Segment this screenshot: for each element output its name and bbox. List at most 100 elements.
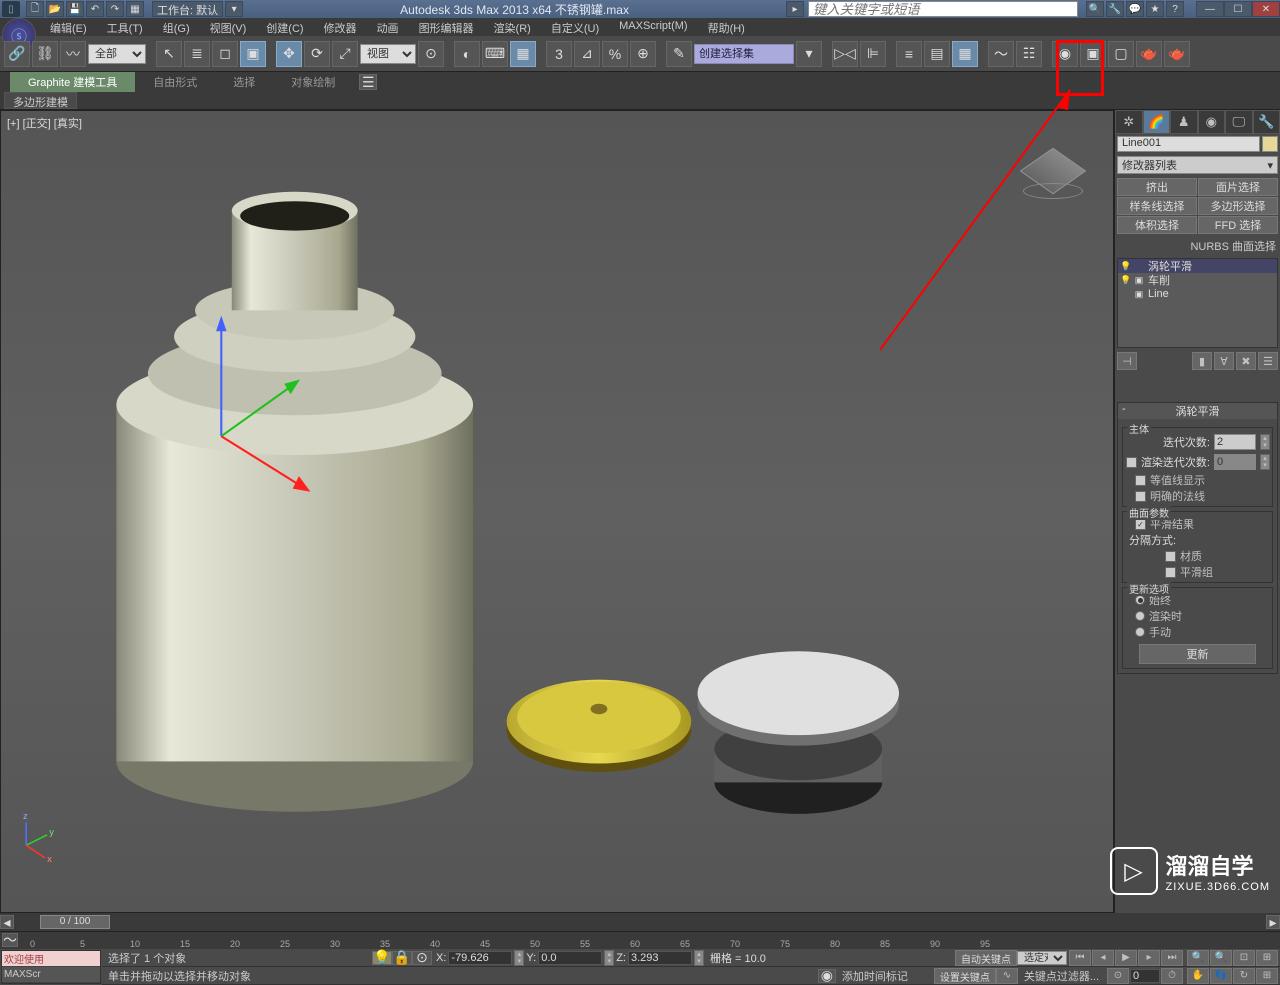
select-move-icon[interactable]: ✥ [276, 41, 302, 67]
undo-icon[interactable]: ↶ [86, 1, 104, 17]
orbit-icon[interactable]: ↻ [1233, 968, 1255, 984]
bind-spacewarp-icon[interactable]: 〰 [60, 41, 86, 67]
add-time-tag-label[interactable]: 添加时间标记 [836, 968, 914, 984]
ribbon-poly-modeling[interactable]: 多边形建模 [4, 92, 77, 109]
spinner-buttons[interactable]: ▴▾ [604, 950, 614, 966]
menu-views[interactable]: 视图(V) [200, 18, 257, 36]
max-viewport-icon[interactable]: ⊞ [1256, 968, 1278, 984]
sel-btn-poly[interactable]: 多边形选择 [1198, 197, 1278, 215]
named-selection-field[interactable]: 创建选择集 [694, 44, 794, 64]
rendered-frame-icon[interactable]: ▢ [1108, 41, 1134, 67]
named-sel-dropdown-icon[interactable]: ▾ [796, 41, 822, 67]
modifier-stack[interactable]: 💡 涡轮平滑 💡 ▣ 车削 ▣ Line [1117, 258, 1278, 348]
graphite-toggle-icon[interactable]: ▦ [952, 41, 978, 67]
explicit-normals-checkbox[interactable] [1135, 491, 1146, 502]
expand-icon[interactable]: ▣ [1134, 275, 1144, 286]
goto-start-icon[interactable]: ⏮ [1069, 950, 1091, 966]
make-unique-icon[interactable]: ∀ [1214, 352, 1234, 370]
infocenter-arrow-icon[interactable]: ▸ [786, 1, 804, 17]
zoom-extents-icon[interactable]: ⊡ [1233, 950, 1255, 966]
stack-item-line[interactable]: ▣ Line [1118, 287, 1277, 301]
walk-icon[interactable]: 👣 [1210, 968, 1232, 984]
nurbs-surface-select[interactable]: NURBS 曲面选择 [1115, 236, 1280, 256]
next-frame-icon[interactable]: ▸ [1138, 950, 1160, 966]
redo-icon[interactable]: ↷ [106, 1, 124, 17]
menu-customize[interactable]: 自定义(U) [541, 18, 609, 36]
maxscript-listener[interactable]: 欢迎使用 MAXScr [1, 950, 101, 984]
select-object-icon[interactable]: ↖ [156, 41, 182, 67]
smooth-result-checkbox[interactable]: ✓ [1135, 519, 1146, 530]
object-name-field[interactable]: Line001 [1117, 136, 1260, 152]
time-slider-left-icon[interactable]: ◂ [0, 915, 14, 929]
align-icon[interactable]: ⊫ [860, 41, 886, 67]
coord-x-field[interactable]: -79.626 [448, 951, 512, 965]
key-filter-button[interactable]: 关键点过滤器... [1018, 968, 1105, 984]
layers-icon[interactable]: ≡ [896, 41, 922, 67]
current-frame-field[interactable]: 0 [1130, 969, 1160, 983]
minimize-button[interactable]: — [1196, 1, 1224, 17]
viewport[interactable]: [+] [正交] [真实] [1, 111, 1113, 912]
maximize-button[interactable]: ☐ [1224, 1, 1252, 17]
spinner-snap-icon[interactable]: ⊕ [630, 41, 656, 67]
display-tab-icon[interactable]: 🖵 [1225, 110, 1253, 134]
bulb-icon[interactable]: 💡 [1120, 261, 1130, 272]
radio-render[interactable] [1135, 611, 1145, 621]
snap-toggle-icon[interactable]: ▦ [510, 41, 536, 67]
radio-always[interactable] [1135, 595, 1145, 605]
key-step-icon[interactable]: ⊙ [1107, 968, 1129, 984]
spinner-buttons[interactable]: ▴▾ [694, 950, 704, 966]
remove-modifier-icon[interactable]: ✖ [1236, 352, 1256, 370]
mirror-icon[interactable]: ▷◁ [832, 41, 858, 67]
object-color-swatch[interactable] [1262, 136, 1278, 152]
select-region-icon[interactable]: ◻ [212, 41, 238, 67]
coord-y-field[interactable]: 0.0 [538, 951, 602, 965]
percent-snap-icon[interactable]: % [602, 41, 628, 67]
lock-icon[interactable]: 🔒 [392, 951, 412, 965]
bulb-icon[interactable]: 💡 [1120, 275, 1130, 286]
render-iters-checkbox[interactable] [1126, 457, 1137, 468]
angle-snap-icon[interactable]: ⊿ [574, 41, 600, 67]
radio-manual[interactable] [1135, 627, 1145, 637]
modifier-list-dropdown[interactable]: 修改器列表▾ [1117, 156, 1278, 174]
time-slider-right-icon[interactable]: ▸ [1266, 915, 1280, 929]
zoom-extents-all-icon[interactable]: ⊞ [1256, 950, 1278, 966]
ribbon-tab-graphite[interactable]: Graphite 建模工具 [10, 72, 135, 92]
stack-item-turbosmooth[interactable]: 💡 涡轮平滑 [1118, 259, 1277, 273]
snap-3d-icon[interactable]: 3 [546, 41, 572, 67]
select-scale-icon[interactable]: ⤢ [332, 41, 358, 67]
create-tab-icon[interactable]: ✲ [1115, 110, 1143, 134]
sel-btn-extrude[interactable]: 挤出 [1117, 178, 1197, 196]
zoom-all-icon[interactable]: 🔍 [1210, 950, 1232, 966]
menu-rendering[interactable]: 渲染(R) [484, 18, 541, 36]
spinner-buttons[interactable]: ▴▾ [514, 950, 524, 966]
stack-item-lathe[interactable]: 💡 ▣ 车削 [1118, 273, 1277, 287]
time-slider-thumb[interactable]: 0 / 100 [40, 915, 110, 929]
search-icon[interactable]: 🔍 [1086, 1, 1104, 17]
curve-editor-icon[interactable]: 〜 [988, 41, 1014, 67]
schematic-view-icon[interactable]: ☷ [1016, 41, 1042, 67]
save-icon[interactable]: 💾 [66, 1, 84, 17]
zoom-icon[interactable]: 🔍 [1187, 950, 1209, 966]
isoline-checkbox[interactable] [1135, 475, 1146, 486]
mini-curve-editor-icon[interactable]: 〜 [2, 933, 18, 947]
sel-btn-spline[interactable]: 样条线选择 [1117, 197, 1197, 215]
material-editor-icon[interactable]: ◉ [1052, 41, 1078, 67]
select-by-name-icon[interactable]: ≣ [184, 41, 210, 67]
render-setup-icon[interactable]: ▣ [1080, 41, 1106, 67]
hierarchy-tab-icon[interactable]: ♟ [1170, 110, 1198, 134]
goto-end-icon[interactable]: ⏭ [1161, 950, 1183, 966]
ribbon-tab-freeform[interactable]: 自由形式 [135, 72, 215, 92]
smoothgroup-checkbox[interactable] [1165, 567, 1176, 578]
reference-coord-dropdown[interactable]: 视图 [360, 44, 416, 64]
search-input[interactable] [808, 1, 1078, 17]
update-button[interactable]: 更新 [1139, 644, 1256, 664]
communicate-icon[interactable]: 💬 [1126, 1, 1144, 17]
menu-help[interactable]: 帮助(H) [698, 18, 755, 36]
selection-lock-icon[interactable]: 💡 [372, 951, 392, 965]
workspace-selector[interactable]: 工作台: 默认 [152, 1, 223, 17]
link-icon[interactable]: 🔗 [4, 41, 30, 67]
prev-frame-icon[interactable]: ◂ [1092, 950, 1114, 966]
autokey-button[interactable]: 自动关键点 [955, 950, 1017, 966]
menu-animation[interactable]: 动画 [367, 18, 409, 36]
iterations-spinner[interactable]: 2 [1214, 434, 1256, 450]
